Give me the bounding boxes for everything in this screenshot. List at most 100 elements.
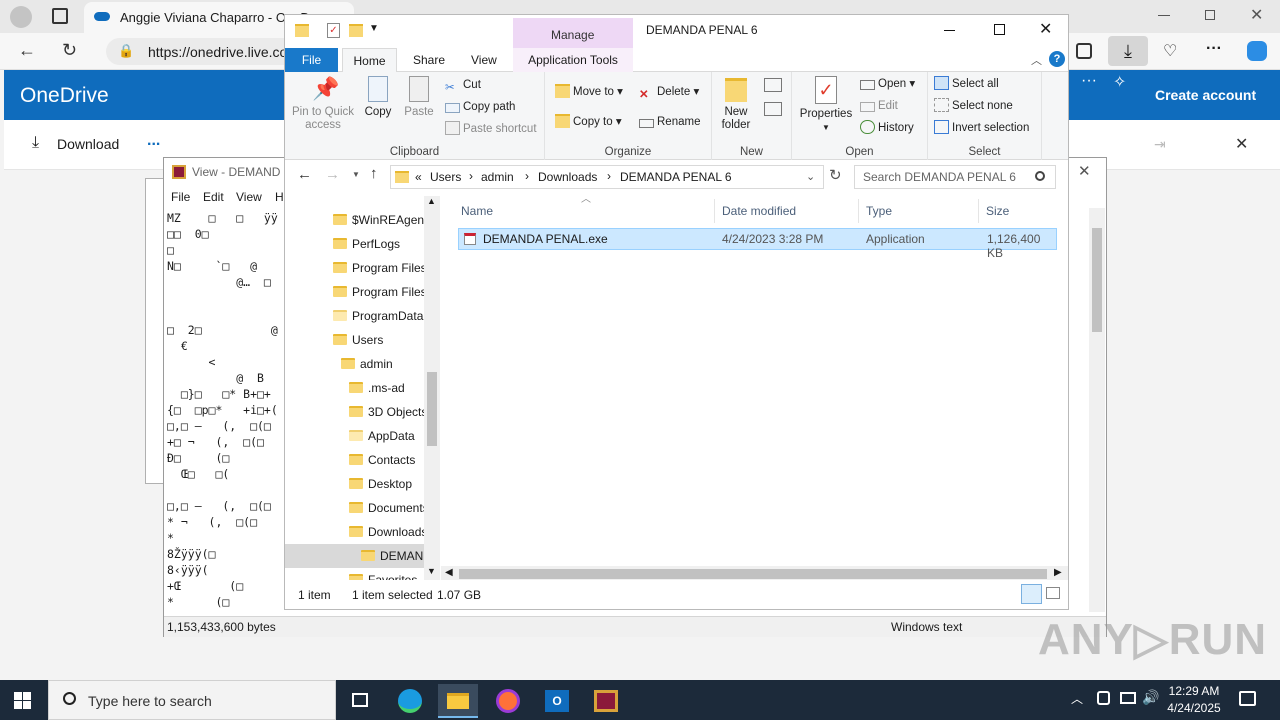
large-icons-view-icon[interactable] — [1046, 587, 1060, 599]
details-view-icon[interactable] — [1021, 584, 1042, 604]
notification-icon[interactable] — [1239, 691, 1256, 706]
browser-menu-icon[interactable]: ··· — [1206, 40, 1222, 58]
breadcrumb-current[interactable]: DEMANDA PENAL 6 — [620, 170, 732, 184]
history-button[interactable]: History — [860, 118, 914, 138]
collapse-ribbon-icon[interactable]: ︿ — [1031, 52, 1042, 68]
column-type[interactable]: Type — [860, 199, 979, 223]
refresh-icon[interactable]: ↻ — [829, 166, 842, 184]
breadcrumb-admin[interactable]: admin — [481, 170, 514, 184]
minimize-icon[interactable] — [944, 30, 955, 31]
extensions-icon[interactable]: ♡ — [1163, 41, 1177, 61]
breadcrumb-users[interactable]: Users — [430, 170, 461, 184]
taskbar-search-box[interactable]: Type here to search — [48, 680, 336, 720]
properties-button[interactable]: ✓ Properties ▼ — [798, 76, 854, 134]
tray-chevron-icon[interactable]: ︿ — [1071, 690, 1083, 707]
newfolder-qat-icon[interactable] — [349, 24, 363, 37]
tab-file[interactable]: File — [285, 48, 338, 72]
close-preview-icon[interactable]: ✕ — [1235, 134, 1248, 154]
file-row[interactable]: DEMANDA PENAL.exe 4/24/2023 3:28 PM Appl… — [458, 228, 1057, 260]
tab-share[interactable]: Share — [413, 53, 445, 67]
system-clock[interactable]: 12:29 AM 4/24/2025 — [1158, 683, 1230, 717]
next-icon[interactable]: ⇥ — [1154, 136, 1166, 153]
pin-quick-access-button[interactable]: 📌 Pin to Quick access — [289, 76, 357, 132]
viewer-scroll-thumb[interactable] — [1092, 228, 1102, 332]
viewer-menu-view[interactable]: View — [236, 190, 262, 204]
close-icon[interactable]: ✕ — [1039, 19, 1052, 39]
column-name[interactable]: Name — [455, 199, 715, 223]
scroll-right-icon[interactable]: ▶ — [1054, 567, 1062, 578]
nav-item[interactable]: ProgramData — [285, 304, 424, 328]
volume-icon[interactable]: 🔊 — [1142, 689, 1159, 706]
breadcrumb-overflow[interactable]: « — [415, 170, 422, 184]
recent-locations-icon[interactable]: ▼ — [352, 170, 360, 179]
search-box[interactable]: Search DEMANDA PENAL 6 — [854, 165, 1056, 189]
tab-home[interactable]: Home — [342, 48, 397, 73]
viewer-scrollbar[interactable] — [1089, 208, 1105, 612]
close-browser-icon[interactable]: ✕ — [1250, 5, 1263, 25]
tab-actions-icon[interactable] — [52, 8, 68, 24]
nav-item[interactable]: Documents — [285, 496, 424, 520]
qat-dropdown-icon[interactable]: ▼ — [369, 23, 379, 34]
nav-item[interactable]: $WinREAgent — [285, 208, 424, 232]
pin-icon[interactable]: ✧ — [1113, 72, 1126, 92]
nav-item[interactable]: Users — [285, 328, 424, 352]
copy-to-button[interactable]: Copy to ▾ — [555, 112, 622, 132]
back-arrow-icon[interactable]: ← — [18, 40, 36, 61]
open-button[interactable]: Open ▾ — [860, 74, 915, 94]
nav-back-icon[interactable]: ← — [297, 166, 312, 183]
rename-button[interactable]: Rename — [639, 112, 700, 132]
address-bar[interactable]: 🔒 https://onedrive.live.co — [106, 38, 306, 65]
edge-taskbar-icon[interactable] — [390, 684, 430, 718]
file-explorer-taskbar-icon[interactable] — [438, 684, 478, 718]
tab-view[interactable]: View — [471, 53, 497, 67]
downloads-icon[interactable]: ⤓ — [1108, 36, 1148, 66]
profile-avatar[interactable] — [10, 6, 32, 28]
nav-scroll-up-icon[interactable]: ▲ — [427, 196, 436, 206]
nav-scrollbar[interactable]: ▲ ▼ — [424, 196, 440, 580]
restore-browser-icon[interactable] — [1205, 10, 1215, 20]
download-label[interactable]: Download — [57, 136, 119, 152]
winrar-taskbar-icon[interactable] — [586, 684, 626, 718]
create-account-button[interactable]: Create account — [1147, 80, 1264, 110]
edit-button[interactable]: Edit — [860, 96, 898, 116]
nav-item[interactable]: Program Files — [285, 256, 424, 280]
nav-item[interactable]: Desktop — [285, 472, 424, 496]
nav-forward-icon[interactable]: → — [325, 166, 340, 183]
viewer-close-icon[interactable]: ✕ — [1078, 162, 1091, 180]
maximize-icon[interactable] — [994, 24, 1005, 35]
address-bar[interactable]: « Users › admin › Downloads › DEMANDA PE… — [390, 165, 824, 189]
nav-scroll-thumb[interactable] — [427, 372, 437, 446]
nav-item[interactable]: DEMANDA PENAL 6 — [285, 544, 424, 568]
nav-item[interactable]: 3D Objects — [285, 400, 424, 424]
nav-item[interactable]: Contacts — [285, 448, 424, 472]
manage-context-tab[interactable]: Manage — [513, 18, 633, 48]
paste-button[interactable]: Paste — [401, 76, 437, 119]
download-icon[interactable]: ⤓ — [32, 134, 39, 152]
more-options-icon[interactable]: ··· — [1081, 72, 1097, 90]
breadcrumb-downloads[interactable]: Downloads — [538, 170, 597, 184]
nav-scroll-down-icon[interactable]: ▼ — [427, 566, 436, 576]
more-commands-icon[interactable]: ... — [147, 132, 160, 150]
help-icon[interactable]: ? — [1049, 51, 1065, 67]
task-view-icon[interactable] — [340, 684, 380, 718]
copy-path-button[interactable]: Copy path — [445, 97, 515, 117]
nav-item[interactable]: Downloads — [285, 520, 424, 544]
viewer-content[interactable]: MZ □ □ ÿÿ ¸□□ 0□□N□ `□ @ @… □□ 2□ @ ( € … — [167, 210, 283, 610]
select-none-button[interactable]: Select none — [934, 96, 1013, 116]
address-dropdown-icon[interactable]: ⌄ — [806, 170, 815, 183]
h-scroll-thumb[interactable] — [459, 569, 1047, 579]
nav-item[interactable]: PerfLogs — [285, 232, 424, 256]
start-windows-icon[interactable] — [14, 692, 31, 709]
tab-application-tools[interactable]: Application Tools — [513, 48, 633, 72]
column-date-modified[interactable]: Date modified — [716, 199, 859, 223]
nav-item[interactable]: AppData — [285, 424, 424, 448]
invert-selection-button[interactable]: Invert selection — [934, 118, 1029, 138]
move-to-button[interactable]: Move to ▾ — [555, 82, 623, 102]
delete-button[interactable]: ✕ Delete ▾ — [639, 82, 699, 102]
refresh-icon[interactable]: ↻ — [62, 40, 77, 61]
network-icon[interactable] — [1120, 692, 1136, 704]
firefox-taskbar-icon[interactable] — [488, 684, 528, 718]
viewer-menu-help[interactable]: H — [275, 190, 284, 204]
nav-item[interactable]: Favorites — [285, 568, 424, 580]
viewer-menu-edit[interactable]: Edit — [203, 190, 224, 204]
